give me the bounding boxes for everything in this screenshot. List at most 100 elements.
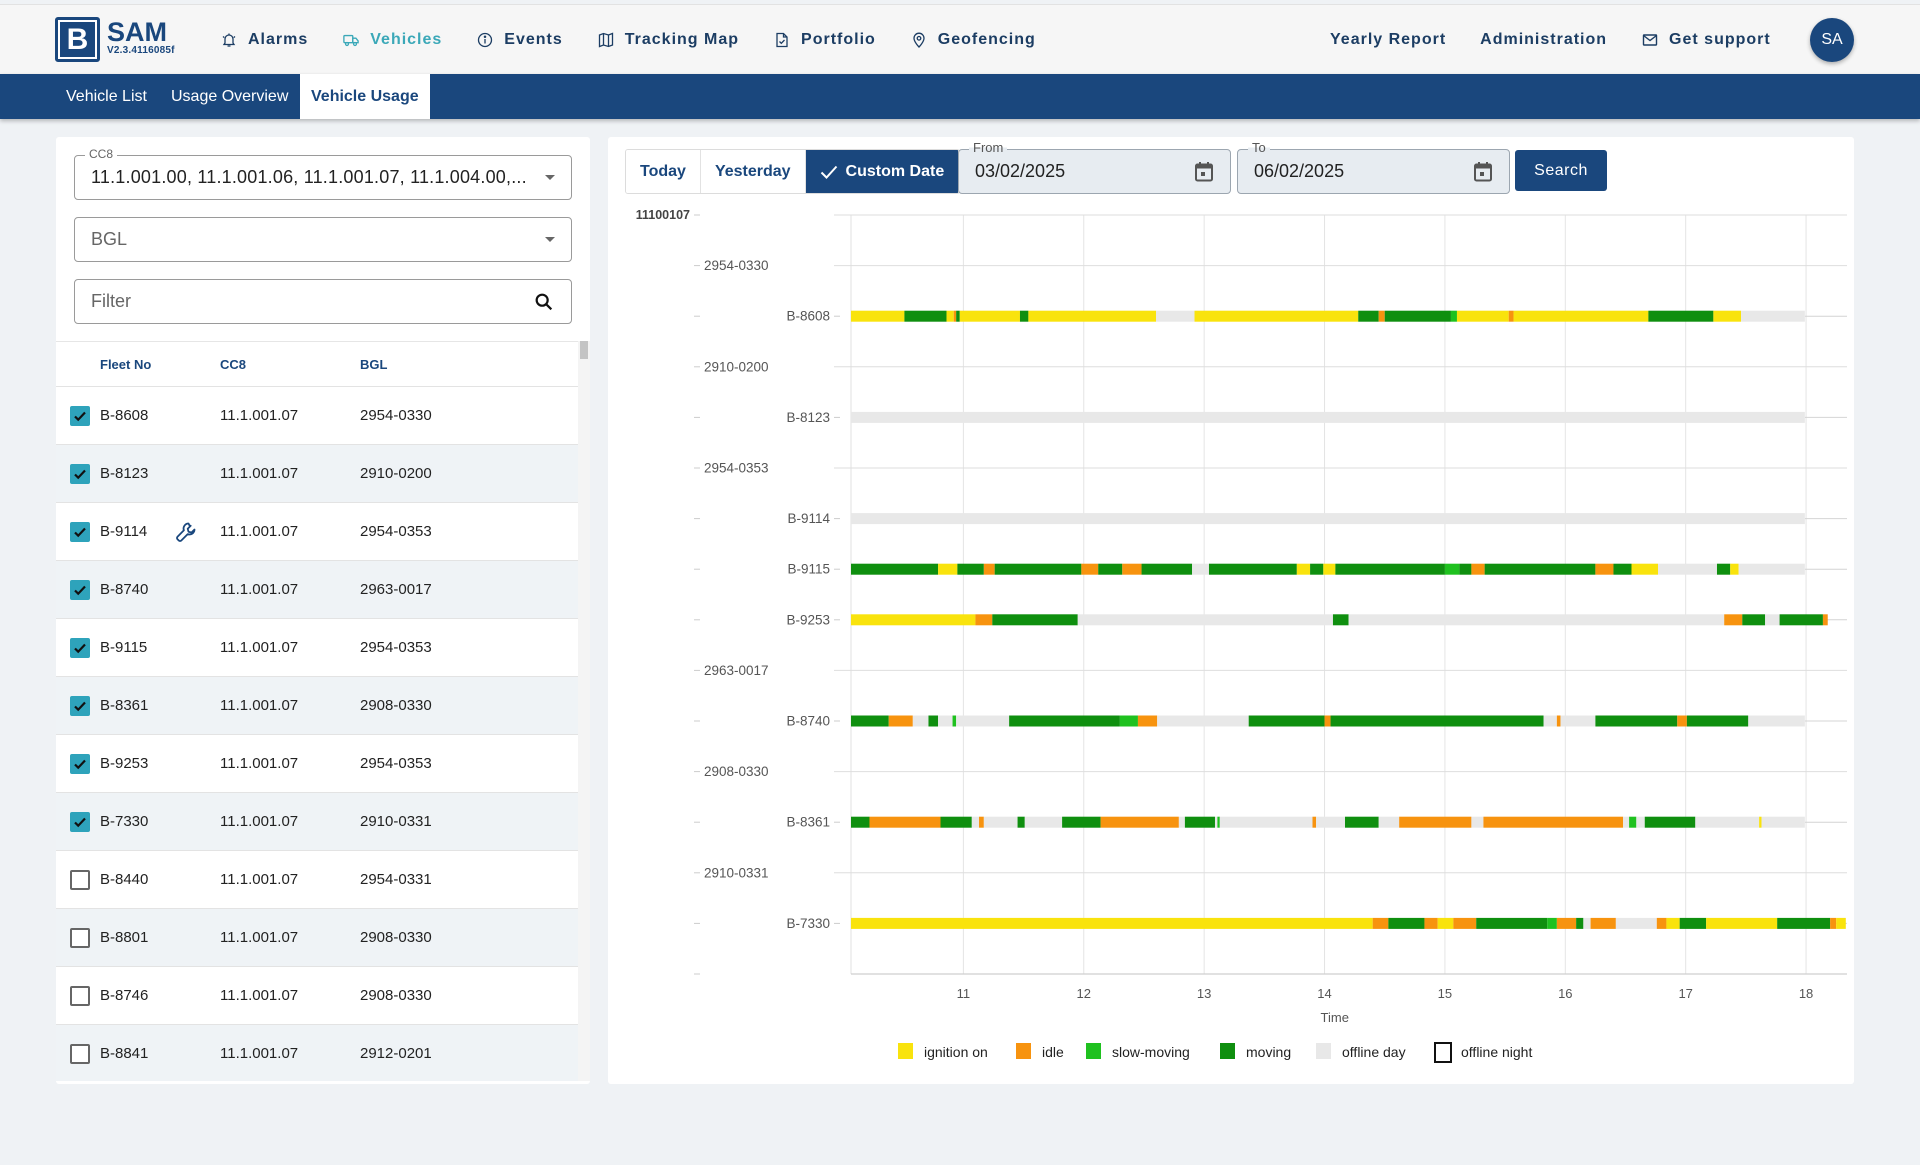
row-checkbox[interactable] xyxy=(70,1043,90,1064)
nav-geofencing[interactable]: Geofencing xyxy=(910,31,1036,49)
timeline-segment-ignition-on xyxy=(1730,563,1739,575)
timeline-segment-offline-day xyxy=(1583,917,1591,929)
today-button[interactable]: Today xyxy=(626,150,701,193)
timeline-segment-moving xyxy=(1777,917,1831,929)
timeline-segment-moving xyxy=(1595,715,1678,727)
scrollbar-thumb[interactable] xyxy=(580,341,588,359)
table-row[interactable]: B-8801 11.1.001.07 2908-0330 xyxy=(56,909,578,967)
timeline-segment-offline-day xyxy=(1192,563,1209,575)
timeline-segment-offline-day xyxy=(1024,816,1063,828)
user-avatar[interactable]: SA xyxy=(1810,18,1854,62)
y-subgroup-label: 2963-0017 xyxy=(704,663,769,678)
column-header-cc8[interactable]: CC8 xyxy=(220,357,360,372)
fleet-no-cell: B-9115 xyxy=(100,639,148,656)
tab-vehicle-list[interactable]: Vehicle List xyxy=(55,74,158,119)
table-row[interactable]: B-8841 11.1.001.07 2912-0201 xyxy=(56,1025,578,1081)
column-header-fleet-no[interactable]: Fleet No xyxy=(100,357,220,372)
timeline-segment-moving xyxy=(1332,614,1349,626)
row-checkbox[interactable] xyxy=(70,637,90,658)
to-date-input[interactable]: To 06/02/2025 xyxy=(1237,140,1510,194)
row-checkbox[interactable] xyxy=(70,985,90,1006)
tab-vehicle-usage[interactable]: Vehicle Usage xyxy=(300,74,430,119)
y-group-label: 11100107 xyxy=(636,208,690,222)
table-row[interactable]: B-9115 11.1.001.07 2954-0353 xyxy=(56,619,578,677)
y-vehicle-label: B-8123 xyxy=(786,410,830,425)
table-row[interactable]: B-8740 11.1.001.07 2963-0017 xyxy=(56,561,578,619)
filter-input[interactable]: Filter xyxy=(74,279,572,324)
search-button[interactable]: Search xyxy=(1515,150,1607,191)
vehicle-usage-timeline-chart: 11100107 2954-0330 B-8608 2910-0200 B-8123 29… xyxy=(636,208,1847,1063)
nav-tracking-map[interactable]: Tracking Map xyxy=(597,31,739,49)
row-checkbox[interactable] xyxy=(70,811,90,832)
timeline-segment-ignition-on xyxy=(1296,563,1311,575)
cc8-cell: 11.1.001.07 xyxy=(220,465,299,482)
row-checkbox[interactable] xyxy=(70,463,90,484)
legend-label: idle xyxy=(1042,1044,1064,1060)
table-row[interactable]: B-9114 11.1.001.07 2954-0353 xyxy=(56,503,578,561)
timeline-segment-idle xyxy=(1656,917,1667,929)
timeline-segment-offline-day xyxy=(1316,816,1345,828)
nav-vehicles-label: Vehicles xyxy=(370,31,443,48)
mail-icon xyxy=(1641,31,1659,49)
timeline-segment-ignition-on xyxy=(938,563,958,575)
timeline-segment-ignition-on xyxy=(946,310,954,322)
timeline-segment-ignition-on xyxy=(851,310,905,322)
calendar-icon[interactable] xyxy=(1194,161,1214,183)
timeline-segment-offline-day xyxy=(1543,715,1557,727)
row-checkbox[interactable] xyxy=(70,695,90,716)
from-date-input[interactable]: From 03/02/2025 xyxy=(958,140,1231,194)
timeline-segment-offline-day xyxy=(851,513,1805,525)
nav-administration[interactable]: Administration xyxy=(1480,31,1607,49)
app-logo[interactable]: B SAM V2.3.4116085f xyxy=(55,17,175,62)
timeline-segment-offline-day xyxy=(938,715,953,727)
timeline-segment-moving xyxy=(1009,715,1120,727)
column-header-bgl[interactable]: BGL xyxy=(360,357,510,372)
timeline-segment-idle xyxy=(979,816,984,828)
row-checkbox[interactable] xyxy=(70,927,90,948)
x-axis-title: Time xyxy=(1321,1010,1349,1025)
y-vehicle-label: B-9114 xyxy=(787,511,830,526)
timeline-segment-moving xyxy=(994,563,1082,575)
search-icon[interactable] xyxy=(533,291,555,313)
row-checkbox[interactable] xyxy=(70,869,90,890)
custom-date-button[interactable]: Custom Date xyxy=(805,150,960,193)
y-vehicle-label: B-8361 xyxy=(786,815,830,830)
row-checkbox[interactable] xyxy=(70,405,90,426)
table-row[interactable]: B-8123 11.1.001.07 2910-0200 xyxy=(56,445,578,503)
nav-administration-label: Administration xyxy=(1480,31,1608,48)
row-checkbox[interactable] xyxy=(70,579,90,600)
nav-yearly-report[interactable]: Yearly Report xyxy=(1330,31,1446,49)
nav-events[interactable]: Events xyxy=(476,31,562,49)
timeline-segment-offline-day xyxy=(1155,310,1195,322)
timeline-segment-moving xyxy=(1248,715,1325,727)
cc8-cell: 11.1.001.07 xyxy=(220,697,299,714)
tab-usage-overview[interactable]: Usage Overview xyxy=(160,74,299,119)
table-row[interactable]: B-9253 11.1.001.07 2954-0353 xyxy=(56,735,578,793)
row-checkbox[interactable] xyxy=(70,521,90,542)
table-scrollbar[interactable] xyxy=(578,341,590,1081)
cc8-select[interactable]: CC8 11.1.001.00, 11.1.001.06, 11.1.001.0… xyxy=(74,147,572,200)
yesterday-button[interactable]: Yesterday xyxy=(700,150,806,193)
y-subgroup-label: 2954-0353 xyxy=(704,461,769,476)
timeline-segment-offline-day xyxy=(1657,563,1717,575)
table-row[interactable]: B-7330 11.1.001.07 2910-0331 xyxy=(56,793,578,851)
bgl-select[interactable]: BGL xyxy=(74,217,572,262)
logo-mark: B xyxy=(55,17,100,62)
row-checkbox[interactable] xyxy=(70,753,90,774)
table-row[interactable]: B-8608 11.1.001.07 2954-0330 xyxy=(56,387,578,445)
nav-yearly-report-label: Yearly Report xyxy=(1330,31,1447,48)
table-row[interactable]: B-8746 11.1.001.07 2908-0330 xyxy=(56,967,578,1025)
nav-alarms[interactable]: Alarms xyxy=(220,31,308,49)
from-date-value: 03/02/2025 xyxy=(975,161,1066,181)
timeline-segment-offline-day xyxy=(1741,310,1805,322)
table-row[interactable]: B-8440 11.1.001.07 2954-0331 xyxy=(56,851,578,909)
legend-swatch-offline-day xyxy=(1316,1043,1331,1059)
table-row[interactable]: B-8361 11.1.001.07 2908-0330 xyxy=(56,677,578,735)
nav-vehicles[interactable]: Vehicles xyxy=(342,31,442,49)
nav-portfolio[interactable]: Portfolio xyxy=(773,31,876,49)
calendar-icon[interactable] xyxy=(1473,161,1493,183)
nav-alarms-label: Alarms xyxy=(248,31,309,48)
timeline-segment-moving xyxy=(1184,816,1215,828)
timeline-segment-offline-day xyxy=(1738,563,1805,575)
nav-get-support[interactable]: Get support xyxy=(1641,31,1771,49)
